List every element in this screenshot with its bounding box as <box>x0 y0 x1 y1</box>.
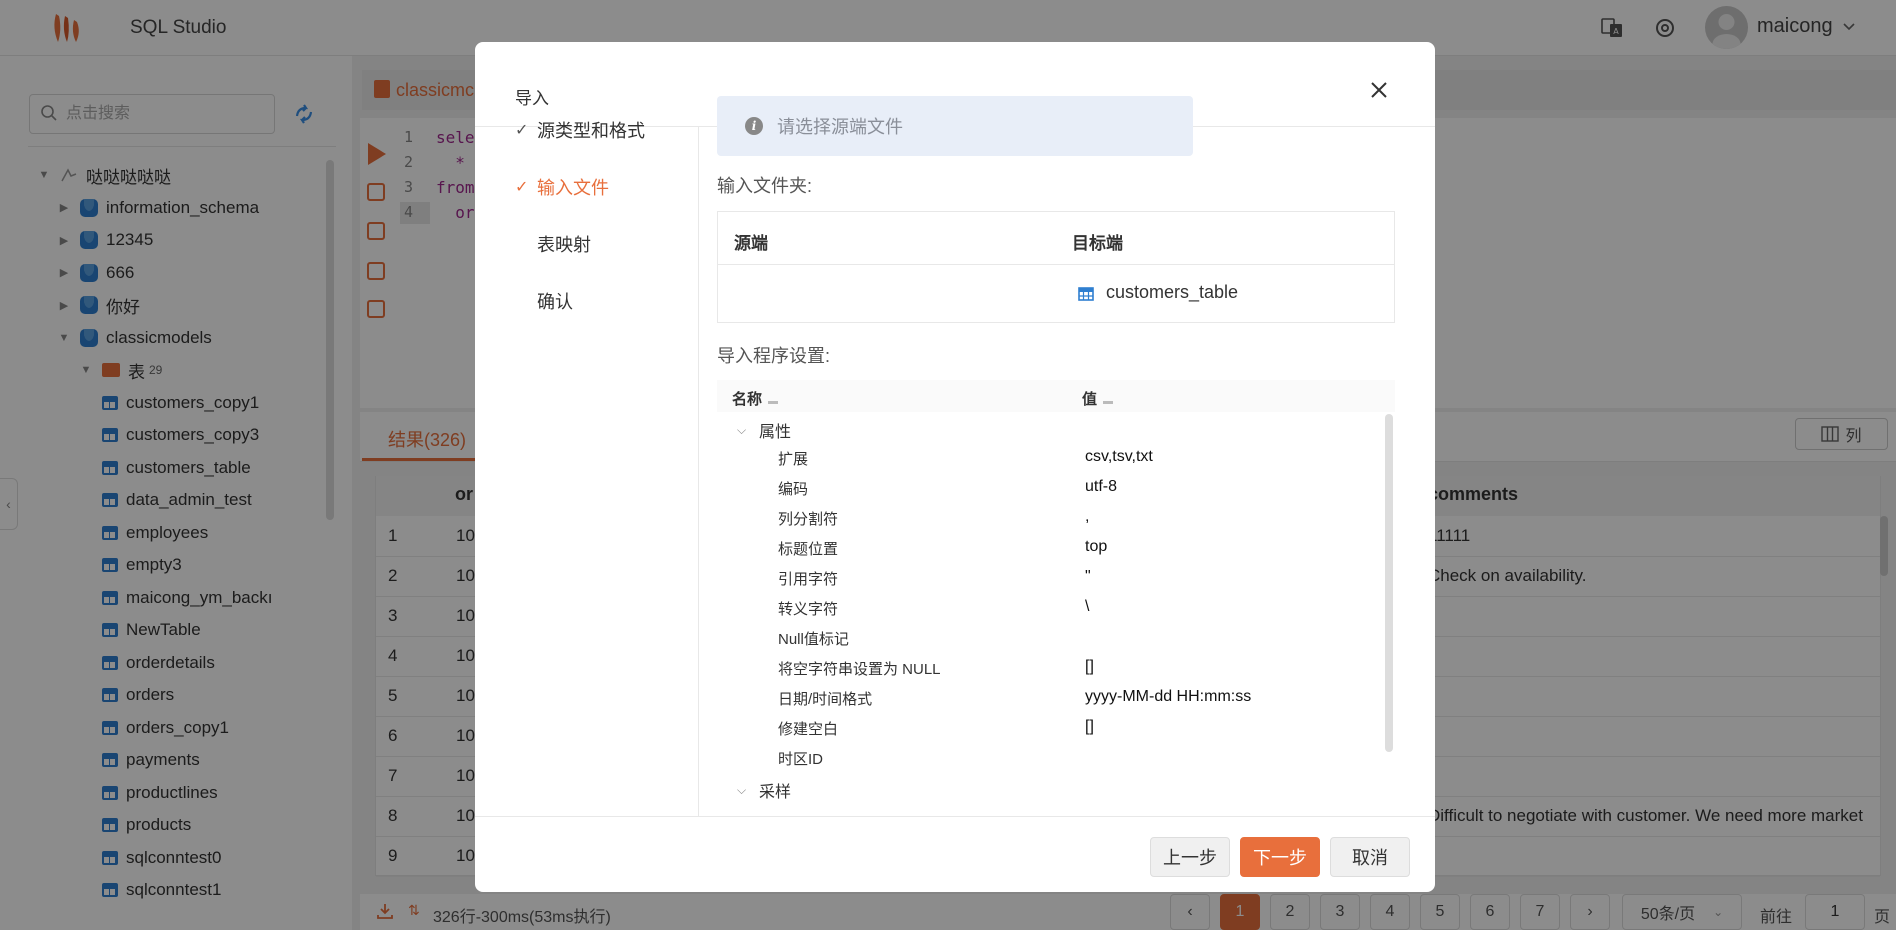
setting-name: 扩展 <box>778 451 809 468</box>
divider <box>717 264 1395 265</box>
table-icon <box>1078 287 1094 301</box>
mapping-header-source: 源端 <box>734 234 768 253</box>
wizard-step-label: 输入文件 <box>537 178 609 198</box>
divider <box>475 816 1435 817</box>
mapping-header-target: 目标端 <box>1072 234 1123 253</box>
import-dialog: 导入 ✓ 源类型和格式 ✓ 输入文件表映射确认 i 请选择源端文件 输入文件夹: 源端… <box>475 42 1435 892</box>
settings-category[interactable]: ⌵ 采样 <box>737 778 791 802</box>
settings-category-label: 采样 <box>759 784 792 801</box>
check-icon: ✓ <box>515 179 529 196</box>
setting-name: 将空字符串设置为 NULL <box>778 661 941 678</box>
chevron-down-icon: ⌵ <box>737 422 747 437</box>
setting-name: Null值标记 <box>778 631 849 648</box>
mapping-target-value[interactable]: customers_table <box>1106 282 1238 303</box>
setting-value[interactable]: " <box>1085 568 1091 586</box>
wizard-step[interactable]: 确认 <box>515 288 573 314</box>
info-icon: i <box>745 117 763 135</box>
setting-value[interactable]: yyyy-MM-dd HH:mm:ss <box>1085 688 1251 706</box>
settings-grid-header <box>717 380 1395 412</box>
setting-name: 转义字符 <box>778 601 839 618</box>
check-icon: ✓ <box>515 122 529 139</box>
setting-name: 日期/时间格式 <box>778 691 873 708</box>
next-step-button[interactable]: 下一步 <box>1240 837 1320 877</box>
settings-header-value[interactable]: 值 ▬ <box>1082 388 1113 409</box>
setting-name: 标题位置 <box>778 541 839 558</box>
setting-value[interactable]: [] <box>1085 658 1094 676</box>
input-folder-label: 输入文件夹: <box>717 176 813 196</box>
dialog-title: 导入 <box>515 89 549 108</box>
setting-name: 时区ID <box>778 751 824 768</box>
setting-value[interactable]: utf-8 <box>1085 478 1117 496</box>
settings-category[interactable]: ⌵ 属性 <box>737 418 791 442</box>
wizard-step[interactable]: 表映射 <box>515 231 591 257</box>
settings-category-label: 属性 <box>759 424 792 441</box>
wizard-step[interactable]: ✓ 源类型和格式 <box>515 117 645 143</box>
settings-label: 导入程序设置: <box>717 346 831 366</box>
setting-value[interactable]: top <box>1085 538 1107 556</box>
setting-value[interactable]: [] <box>1085 718 1094 736</box>
scrollbar[interactable] <box>1385 414 1393 752</box>
alert-text: 请选择源端文件 <box>777 117 903 137</box>
divider <box>698 126 699 816</box>
prev-step-button[interactable]: 上一步 <box>1150 837 1230 877</box>
mapping-table <box>717 211 1395 323</box>
close-icon[interactable] <box>1365 76 1393 104</box>
chevron-down-icon: ⌵ <box>737 782 747 797</box>
cancel-button[interactable]: 取消 <box>1330 837 1410 877</box>
wizard-step[interactable]: ✓ 输入文件 <box>515 174 609 200</box>
setting-name: 引用字符 <box>778 571 839 588</box>
settings-header-name[interactable]: 名称 ▬ <box>732 388 778 409</box>
info-alert: i 请选择源端文件 <box>717 96 1193 156</box>
setting-value[interactable]: csv,tsv,txt <box>1085 448 1153 466</box>
wizard-step-label: 源类型和格式 <box>537 121 645 141</box>
setting-name: 修建空白 <box>778 721 839 738</box>
wizard-step-label: 确认 <box>537 292 573 312</box>
setting-name: 列分割符 <box>778 511 839 528</box>
setting-name: 编码 <box>778 481 809 498</box>
setting-value[interactable]: , <box>1085 508 1089 526</box>
wizard-step-label: 表映射 <box>537 235 591 255</box>
setting-value[interactable]: \ <box>1085 598 1089 616</box>
